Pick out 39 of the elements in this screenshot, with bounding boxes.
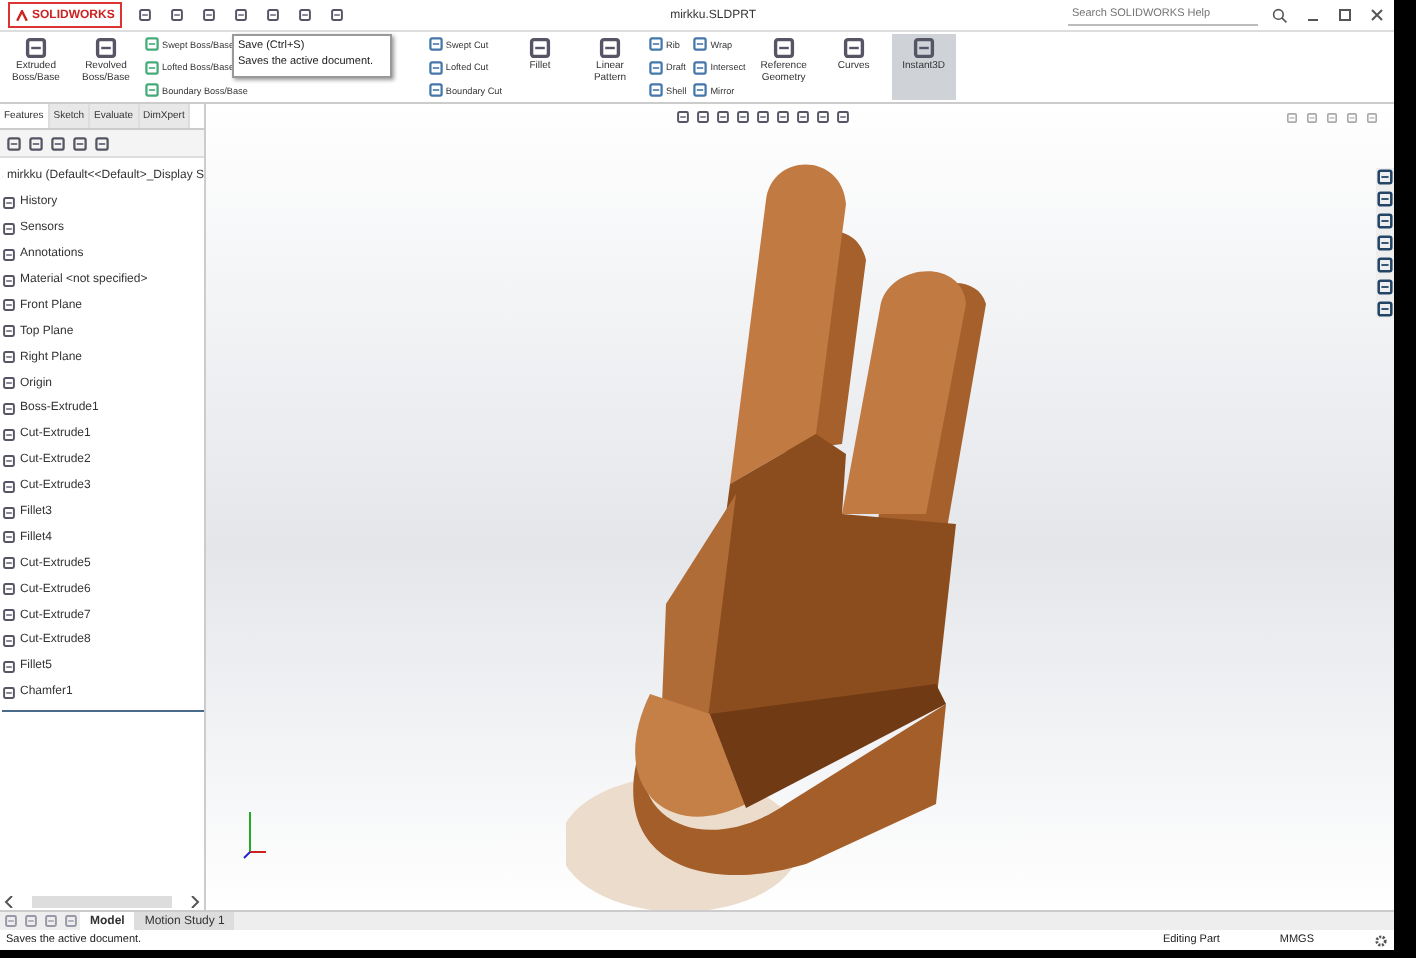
scroll-left-icon[interactable] bbox=[4, 895, 14, 907]
feature-icon bbox=[648, 59, 664, 75]
feature-icon bbox=[2, 401, 16, 416]
feature-icon bbox=[144, 36, 160, 52]
feature-icon bbox=[2, 685, 16, 700]
feature-icon bbox=[2, 505, 16, 520]
cut-icon bbox=[427, 82, 444, 98]
feature-icon bbox=[2, 608, 16, 623]
feature-icon bbox=[2, 273, 16, 287]
feature-icon bbox=[2, 195, 16, 210]
feature-icon bbox=[2, 659, 16, 674]
feature-icon bbox=[2, 221, 16, 236]
cut-icon bbox=[427, 36, 444, 52]
feature-icon bbox=[692, 36, 709, 52]
scrollbar-thumb[interactable] bbox=[32, 895, 172, 907]
feature-icon bbox=[2, 324, 16, 339]
feature-icon bbox=[2, 556, 16, 571]
search-icon[interactable] bbox=[1270, 4, 1290, 26]
feature-icon bbox=[2, 453, 16, 468]
feature-icon bbox=[2, 633, 16, 648]
feature-icon bbox=[598, 36, 622, 60]
feature-icon bbox=[2, 376, 16, 391]
feature-icon bbox=[144, 82, 160, 98]
feature-icon bbox=[2, 582, 16, 597]
feature-icon bbox=[2, 530, 16, 545]
feature-icon bbox=[2, 350, 16, 365]
feature-icon bbox=[2, 298, 16, 313]
cut-icon bbox=[427, 59, 444, 75]
feature-icon bbox=[648, 82, 664, 98]
feature-icon bbox=[144, 59, 160, 75]
feature-icon bbox=[692, 59, 709, 75]
feature-icon bbox=[2, 479, 16, 494]
feature-icon bbox=[692, 82, 709, 98]
scroll-right-icon[interactable] bbox=[190, 895, 200, 907]
feature-icon bbox=[648, 36, 664, 52]
feature-icon bbox=[2, 247, 16, 262]
gear-icon[interactable] bbox=[1374, 933, 1388, 947]
feature-icon bbox=[528, 36, 552, 60]
feature-icon bbox=[2, 427, 16, 442]
